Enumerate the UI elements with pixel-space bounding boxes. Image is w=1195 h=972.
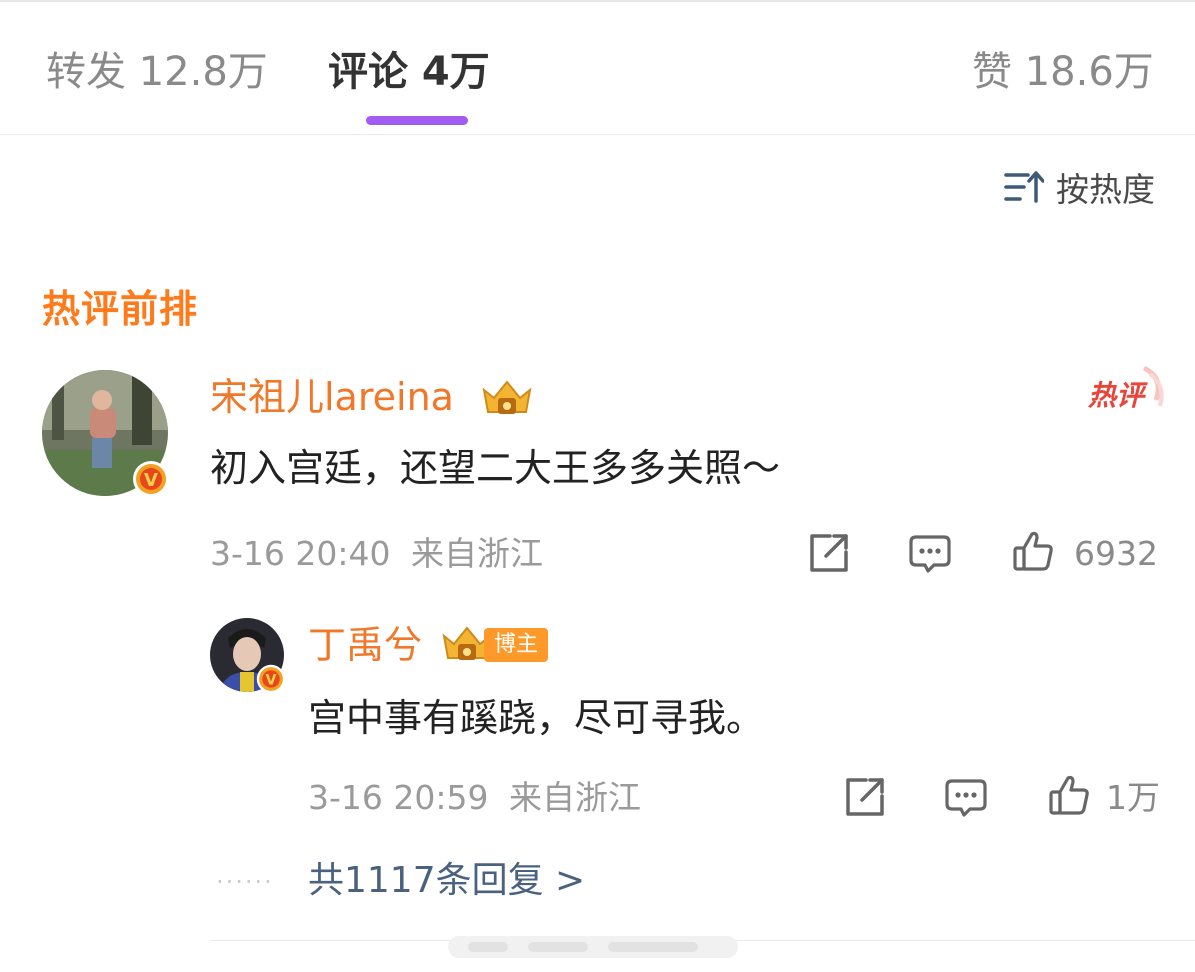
share-icon[interactable]	[844, 776, 886, 818]
hot-badge-label: 热评	[1088, 379, 1145, 412]
fan-crown-icon	[480, 376, 534, 420]
sort-descending-icon	[1004, 170, 1044, 204]
tab-repost[interactable]: 转发 12.8万	[46, 46, 268, 98]
replier-name[interactable]: 丁禹兮	[308, 622, 422, 668]
comment-timestamp: 3-16 20:40	[210, 534, 391, 573]
tabs-divider	[0, 134, 1195, 135]
svg-text:V: V	[266, 673, 277, 689]
comment-like-count: 6932	[1074, 534, 1158, 573]
top-border	[0, 0, 1195, 2]
reply-like-count: 1万	[1106, 778, 1160, 817]
like-icon[interactable]	[1012, 530, 1054, 572]
active-tab-indicator	[366, 116, 468, 125]
comment-location: 来自浙江	[411, 534, 543, 573]
blur-watermark	[448, 932, 738, 962]
reply-location: 来自浙江	[509, 778, 641, 817]
verified-badge-icon: V	[256, 664, 286, 694]
section-title: 热评前排	[42, 287, 199, 331]
comment-icon[interactable]	[908, 534, 952, 574]
tab-likes[interactable]: 赞 18.6万	[972, 46, 1154, 98]
comment-time: 3-16 20:40 来自浙江	[210, 534, 543, 574]
view-all-replies-link[interactable]: 共1117条回复 >	[308, 858, 585, 904]
reply-time: 3-16 20:59 来自浙江	[308, 778, 641, 818]
blogger-badge: 博主	[484, 628, 549, 662]
tab-comments[interactable]: 评论 4万	[328, 46, 490, 98]
reply-timestamp: 3-16 20:59	[308, 778, 489, 817]
comment-text: 初入宫廷，还望二大王多多关照～	[210, 446, 781, 490]
comment-icon[interactable]	[944, 778, 988, 818]
reply-text: 宫中事有蹊跷，尽可寻我。	[308, 696, 765, 740]
hot-comment-badge: 热评	[1086, 366, 1166, 416]
more-dots: ······	[216, 868, 274, 896]
svg-text:V: V	[144, 470, 158, 491]
share-icon[interactable]	[808, 532, 850, 574]
sort-label: 按热度	[1056, 170, 1155, 209]
commenter-name[interactable]: 宋祖儿lareina	[210, 374, 454, 420]
like-icon[interactable]	[1048, 774, 1090, 816]
verified-badge-icon: V	[132, 460, 170, 498]
sort-by-hot-button[interactable]: 按热度	[1004, 164, 1155, 210]
